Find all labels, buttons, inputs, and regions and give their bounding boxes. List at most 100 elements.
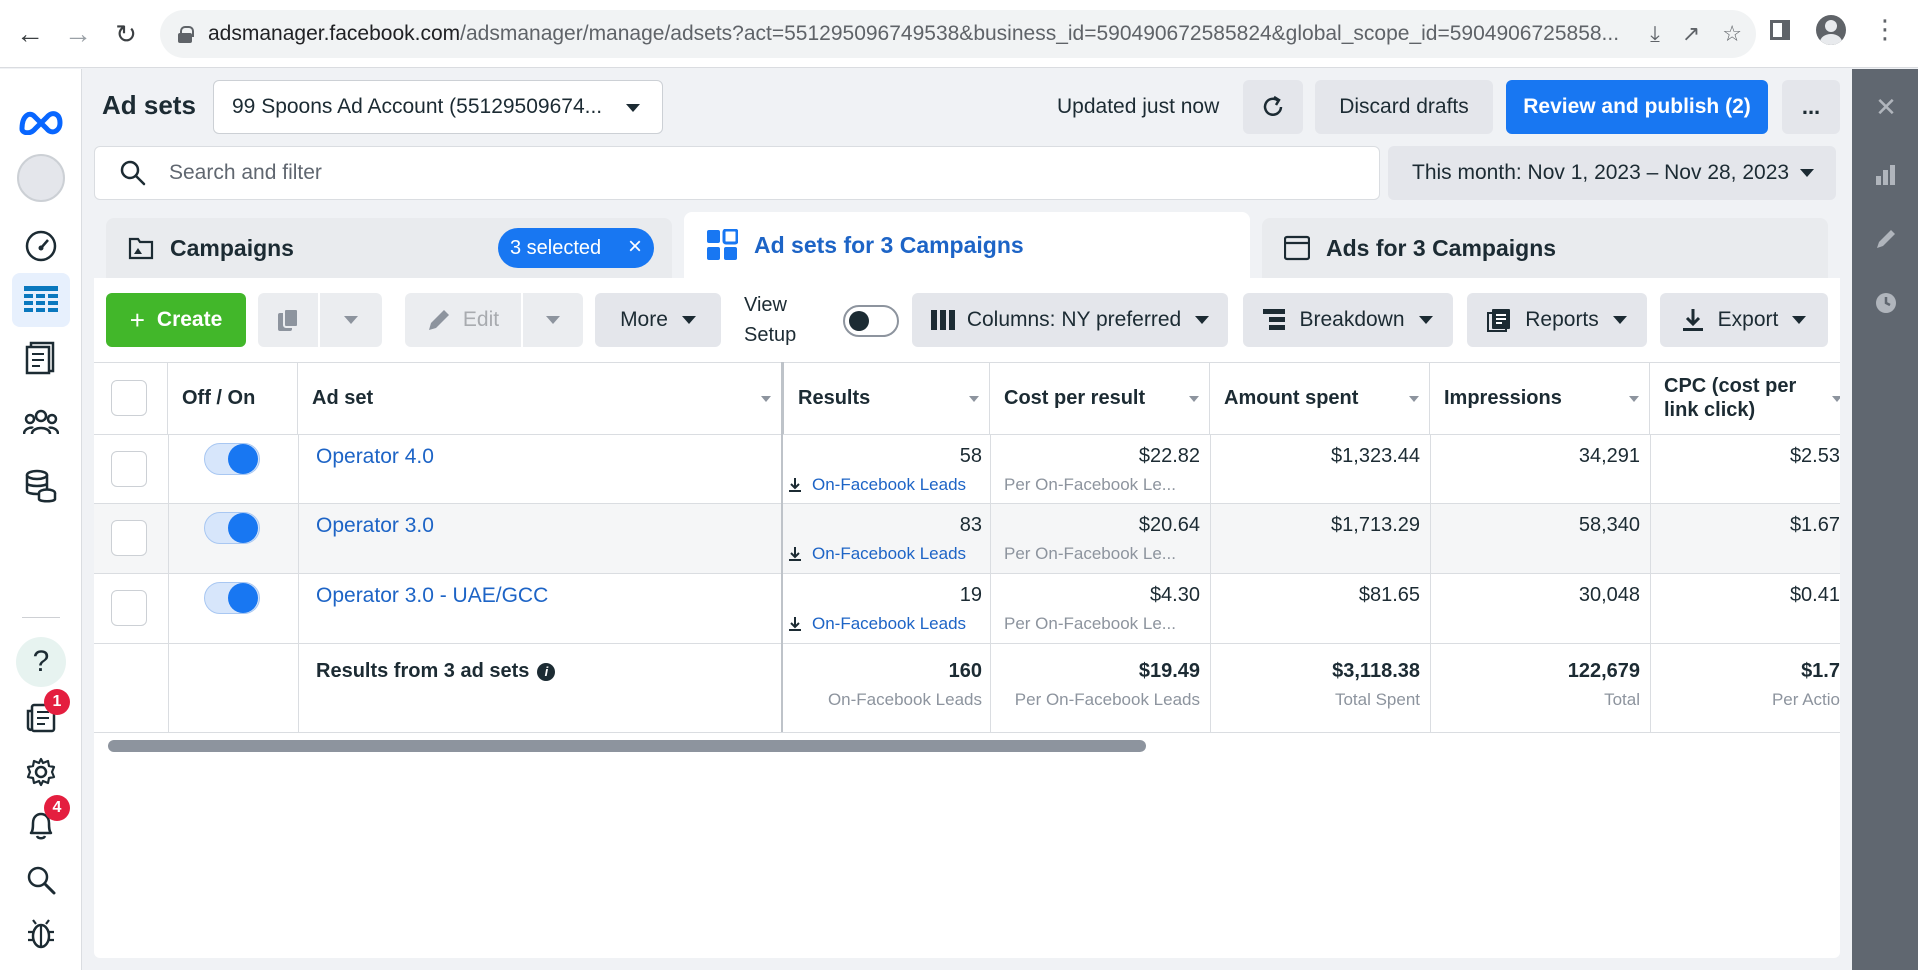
ad-set-header[interactable]: Ad set [298,362,782,434]
selected-campaigns-chip[interactable]: 3 selected × [498,228,654,268]
tab-ads[interactable]: Ads for 3 Campaigns [1262,218,1828,278]
table-row[interactable]: Operator 3.0 83 On-Facebook Leads $20.64… [94,504,1840,573]
table-row[interactable]: Operator 3.0 - UAE/GCC 19 On-Facebook Le… [94,574,1840,643]
create-button[interactable]: + Create [106,293,246,347]
amount-spent-header[interactable]: Amount spent [1210,362,1430,434]
dashboard-gauge-icon[interactable] [12,219,70,273]
side-panel-icon[interactable] [1770,19,1790,40]
reports-label: Reports [1525,308,1599,331]
pages-icon[interactable] [12,331,70,385]
ad-account-select[interactable]: 99 Spoons Ad Account (55129509674... [213,80,663,134]
reload-icon[interactable]: ↻ [106,14,146,54]
impressions-value: 34,291 [1578,445,1640,467]
duplicate-button[interactable] [258,293,318,347]
more-button[interactable]: More [595,293,721,347]
cost-per-result-header[interactable]: Cost per result [990,362,1210,434]
account-avatar-icon[interactable] [12,151,70,205]
star-icon[interactable]: ☆ [1722,21,1742,47]
off-on-header: Off / On [168,362,298,434]
row-on-off-toggle[interactable] [204,582,260,614]
tab-ads-label: Ads for 3 Campaigns [1326,234,1557,261]
forward-arrow-icon[interactable]: → [58,14,98,54]
ad-set-name-link[interactable]: Operator 3.0 - UAE/GCC [316,584,548,608]
cpc-header[interactable]: CPC (cost per link click) [1650,362,1840,434]
reports-button[interactable]: Reports [1467,293,1647,347]
date-range-select[interactable]: This month: Nov 1, 2023 – Nov 28, 2023 [1388,146,1836,200]
pencil-icon[interactable] [1872,225,1900,253]
search-input[interactable] [169,161,1069,185]
horizontal-scrollbar[interactable] [108,740,1146,752]
settings-gear-icon[interactable] [12,745,70,799]
bell-icon[interactable]: 4 [12,795,70,853]
columns-icon [930,310,955,330]
campaigns-table-icon[interactable] [12,273,70,327]
chart-icon[interactable] [1872,161,1900,189]
tab-ad-sets[interactable]: Ad sets for 3 Campaigns [684,212,1250,278]
history-clock-icon[interactable] [1872,289,1900,317]
clear-selection-icon[interactable]: × [628,233,642,261]
results-type[interactable]: On-Facebook Leads [788,614,966,634]
col-divider [1210,435,1211,732]
info-icon[interactable]: i [537,662,556,681]
install-icon[interactable]: ⤓ [1650,21,1660,47]
results-type[interactable]: On-Facebook Leads [788,544,966,564]
row-checkbox[interactable] [111,520,147,556]
meta-logo-icon[interactable] [12,95,70,149]
row-checkbox[interactable] [111,590,147,626]
help-icon[interactable]: ? [12,635,70,689]
results-header-label: Results [798,386,871,409]
chevron-down-icon [1195,316,1210,324]
billing-coins-icon[interactable] [12,459,70,513]
edit-dropdown-button[interactable] [523,293,583,347]
address-bar[interactable]: adsmanager.facebook.com/adsmanager/manag… [160,10,1756,58]
row-checkbox[interactable] [111,451,147,487]
review-and-publish-button[interactable]: Review and publish (2) [1506,80,1768,134]
chevron-down-icon [344,316,358,324]
impressions-header-label: Impressions [1444,386,1562,409]
row-on-off-toggle[interactable] [204,443,260,475]
download-icon [789,478,801,492]
kebab-menu-icon[interactable]: ⋮ [1872,14,1898,45]
search-icon[interactable] [12,853,70,907]
folder-icon [128,237,154,260]
impressions-header[interactable]: Impressions [1430,362,1650,434]
sort-caret-icon [761,396,771,402]
audiences-icon[interactable] [12,395,70,449]
bug-report-icon[interactable] [12,907,70,961]
more-options-button[interactable]: ... [1782,80,1840,134]
totals-cpc-sub: Per Actio [1771,690,1840,709]
edit-button[interactable]: Edit [405,293,521,347]
nav-divider [22,617,60,618]
close-icon[interactable]: ✕ [1872,92,1900,122]
columns-button[interactable]: Columns: NY preferred [912,293,1228,347]
breakdown-button[interactable]: Breakdown [1243,293,1453,347]
notifications-badge: 1 [44,689,70,715]
totals-impressions: 122,679 [1567,660,1640,682]
results-header[interactable]: Results [782,362,990,434]
export-button[interactable]: Export [1660,293,1828,347]
duplicate-dropdown-button[interactable] [320,293,382,347]
results-value: 19 [959,584,982,606]
pencil-icon [428,310,449,330]
table-row[interactable]: Operator 4.0 58 On-Facebook Leads $22.82… [94,435,1840,504]
toggle-knob [228,583,258,613]
amount-spent-value: $1,713.29 [1331,514,1420,536]
search-and-filter-bar[interactable] [94,146,1380,200]
tab-ad-sets-label: Ad sets for 3 Campaigns [754,231,1024,258]
row-on-off-toggle[interactable] [204,512,260,544]
refresh-button[interactable] [1243,80,1303,134]
ad-set-name-link[interactable]: Operator 4.0 [316,445,434,469]
news-feed-icon[interactable]: 1 [12,689,70,745]
totals-cpc: $1.7 [1801,660,1840,682]
view-setup-toggle[interactable] [843,305,899,337]
create-label: Create [156,308,223,331]
select-all-checkbox[interactable] [111,380,147,416]
cost-per-result-sub: Per On-Facebook Le... [1004,544,1176,563]
profile-avatar-icon[interactable] [1816,14,1846,45]
results-type[interactable]: On-Facebook Leads [788,475,966,495]
back-arrow-icon[interactable]: ← [10,14,50,54]
discard-drafts-button[interactable]: Discard drafts [1315,80,1493,134]
share-icon[interactable]: ↗ [1682,21,1700,47]
impressions-value: 58,340 [1578,514,1640,536]
ad-set-name-link[interactable]: Operator 3.0 [316,514,434,538]
